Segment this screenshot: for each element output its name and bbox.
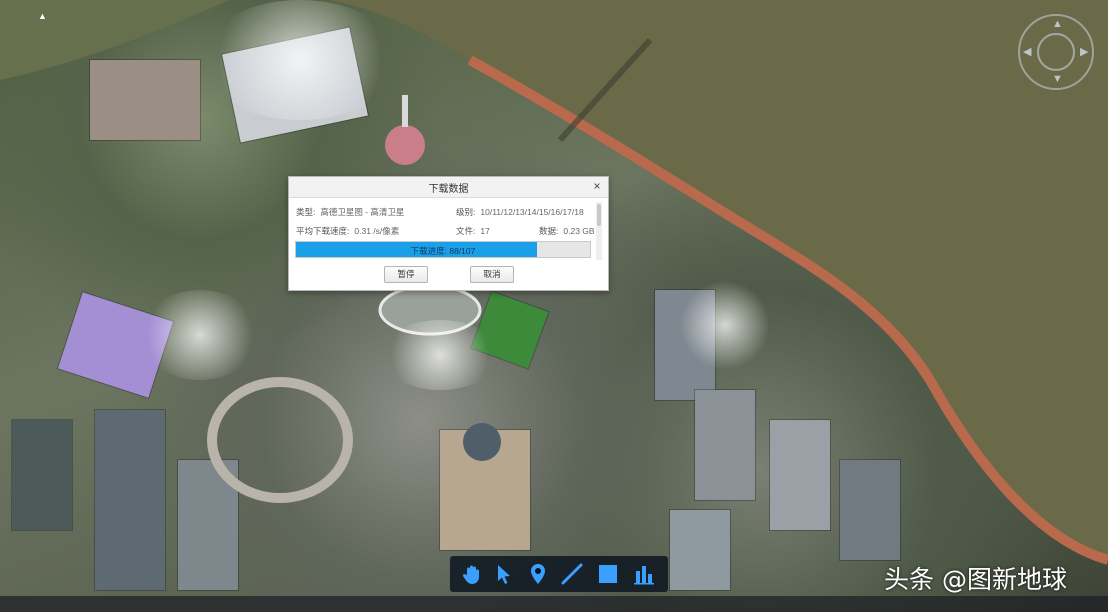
compass-down-arrow-icon[interactable]: ▼ bbox=[1052, 74, 1063, 85]
close-icon[interactable]: × bbox=[590, 179, 604, 193]
level-row: 级别: 10/11/12/13/14/15/16/17/18 bbox=[456, 206, 584, 218]
building bbox=[90, 60, 200, 140]
cloud bbox=[380, 320, 500, 390]
navigation-compass[interactable]: ▲ ▼ ◀ ▶ bbox=[1018, 14, 1094, 90]
size-value: 0.23 GB bbox=[563, 226, 595, 236]
map-marker-icon[interactable]: ▲ bbox=[38, 11, 48, 21]
cloud bbox=[680, 280, 770, 370]
dialog-titlebar[interactable]: 下载数据 × bbox=[289, 177, 608, 198]
compass-center-ring[interactable] bbox=[1037, 33, 1075, 71]
type-label: 类型: bbox=[296, 207, 316, 217]
scrollbar-thumb[interactable] bbox=[597, 204, 601, 226]
level-value: 10/11/12/13/14/15/16/17/18 bbox=[480, 207, 584, 217]
cancel-button[interactable]: 取消 bbox=[470, 266, 514, 283]
building bbox=[670, 510, 730, 590]
line-draw-icon[interactable] bbox=[560, 562, 584, 586]
cloud bbox=[140, 290, 260, 380]
cursor-arrow-icon[interactable] bbox=[492, 562, 516, 586]
compass-up-arrow-icon[interactable]: ▲ bbox=[1052, 19, 1063, 30]
dialog-title: 下载数据 bbox=[428, 184, 469, 195]
hand-pan-icon[interactable] bbox=[460, 562, 484, 586]
cloud bbox=[200, 0, 400, 120]
building bbox=[695, 390, 755, 500]
watermark-text: 头条 @图新地球 bbox=[884, 565, 1067, 594]
building bbox=[12, 420, 72, 530]
tv-tower-sphere bbox=[385, 95, 425, 165]
polygon-square-icon[interactable] bbox=[596, 562, 620, 586]
dome-building bbox=[463, 423, 501, 461]
map-tool-toolbar bbox=[450, 556, 668, 592]
type-value: 高德卫星图 - 高清卫星 bbox=[320, 207, 405, 217]
download-data-dialog: 下载数据 × 类型: 高德卫星图 - 高清卫星 级别: 10/11/12/13/14… bbox=[288, 176, 609, 291]
bar-chart-icon[interactable] bbox=[632, 562, 656, 586]
progress-text: 下载进度: 88/107 bbox=[410, 246, 476, 256]
speed-label: 平均下载速度: bbox=[296, 226, 350, 236]
files-value: 17 bbox=[480, 226, 490, 236]
compass-right-arrow-icon[interactable]: ▶ bbox=[1080, 47, 1088, 58]
pause-button[interactable]: 暂停 bbox=[384, 266, 428, 283]
files-label: 文件: bbox=[456, 226, 476, 236]
bottom-status-strip bbox=[0, 596, 1108, 612]
type-row: 类型: 高德卫星图 - 高清卫星 bbox=[296, 206, 404, 218]
files-row: 文件: 17 bbox=[456, 225, 490, 237]
circular-pedestrian-bridge bbox=[207, 377, 353, 503]
size-row: 数据: 0.23 GB bbox=[539, 225, 595, 237]
download-progress-bar: 下载进度: 88/107 bbox=[295, 241, 591, 258]
compass-left-arrow-icon[interactable]: ◀ bbox=[1023, 47, 1031, 58]
speed-row: 平均下载速度: 0.31 /s/像素 bbox=[296, 225, 399, 237]
building bbox=[770, 420, 830, 530]
speed-value: 0.31 /s/像素 bbox=[354, 226, 400, 236]
satellite-map-viewport[interactable]: ▲ bbox=[0, 0, 1108, 612]
dialog-scrollbar[interactable] bbox=[596, 202, 602, 260]
level-label: 级别: bbox=[456, 207, 476, 217]
map-pin-icon[interactable] bbox=[526, 562, 550, 586]
size-label: 数据: bbox=[539, 226, 559, 236]
building bbox=[840, 460, 900, 560]
building bbox=[95, 410, 165, 590]
